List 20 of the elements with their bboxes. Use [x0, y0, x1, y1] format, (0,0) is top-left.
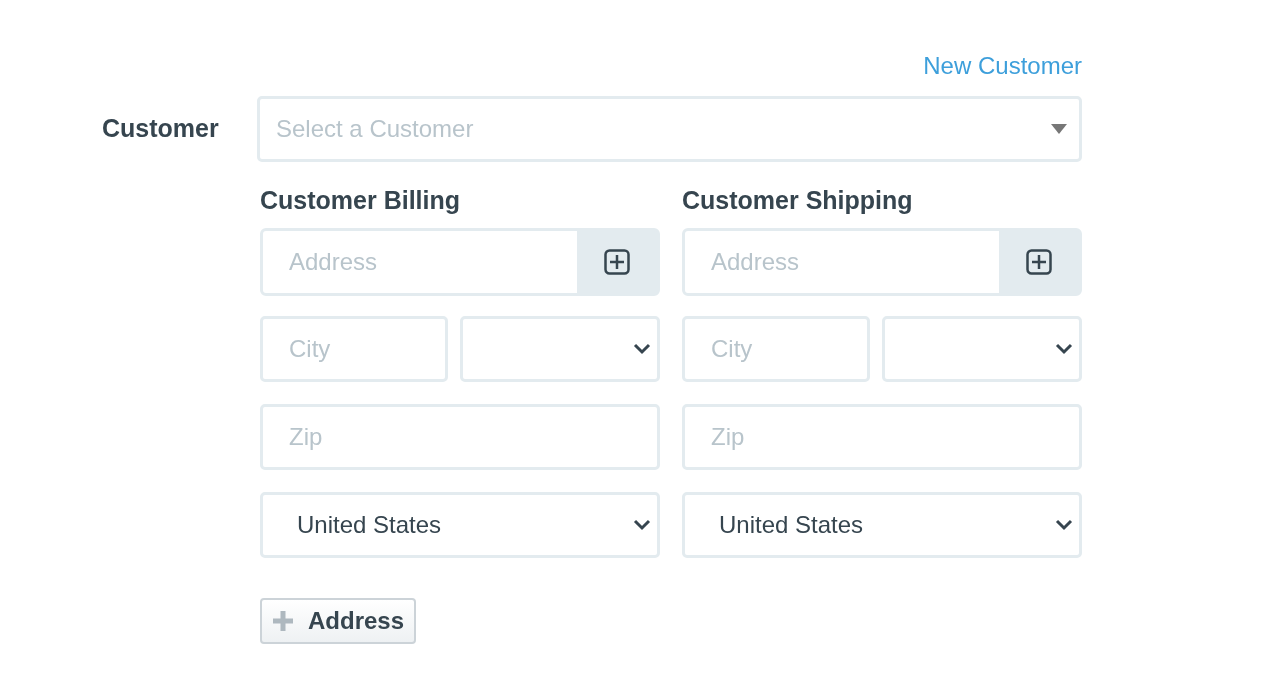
add-address-button[interactable]: Address [260, 598, 417, 644]
section-heading: Customer Shipping [682, 186, 914, 214]
country-select[interactable]: United States [682, 492, 1082, 558]
dropdown-triangle-icon [1051, 124, 1067, 134]
section-heading: Customer Billing [260, 186, 461, 214]
chevron-down-icon [633, 519, 651, 531]
plus-square-icon[interactable] [1026, 249, 1052, 275]
chevron-down-icon [1055, 343, 1073, 355]
chevron-down-icon [633, 343, 651, 355]
zip-field[interactable]: Zip [682, 404, 1082, 470]
city-field[interactable]: City [260, 316, 448, 382]
country-select[interactable]: United States [260, 492, 660, 558]
customer-label: Customer [102, 113, 220, 144]
zip-field[interactable]: Zip [260, 404, 660, 470]
address-field[interactable]: Address [260, 228, 660, 296]
chevron-down-icon [1055, 519, 1073, 531]
plus-icon [272, 610, 294, 632]
plus-square-icon[interactable] [604, 249, 630, 275]
address-field[interactable]: Address [682, 228, 1082, 296]
city-field[interactable]: City [682, 316, 870, 382]
